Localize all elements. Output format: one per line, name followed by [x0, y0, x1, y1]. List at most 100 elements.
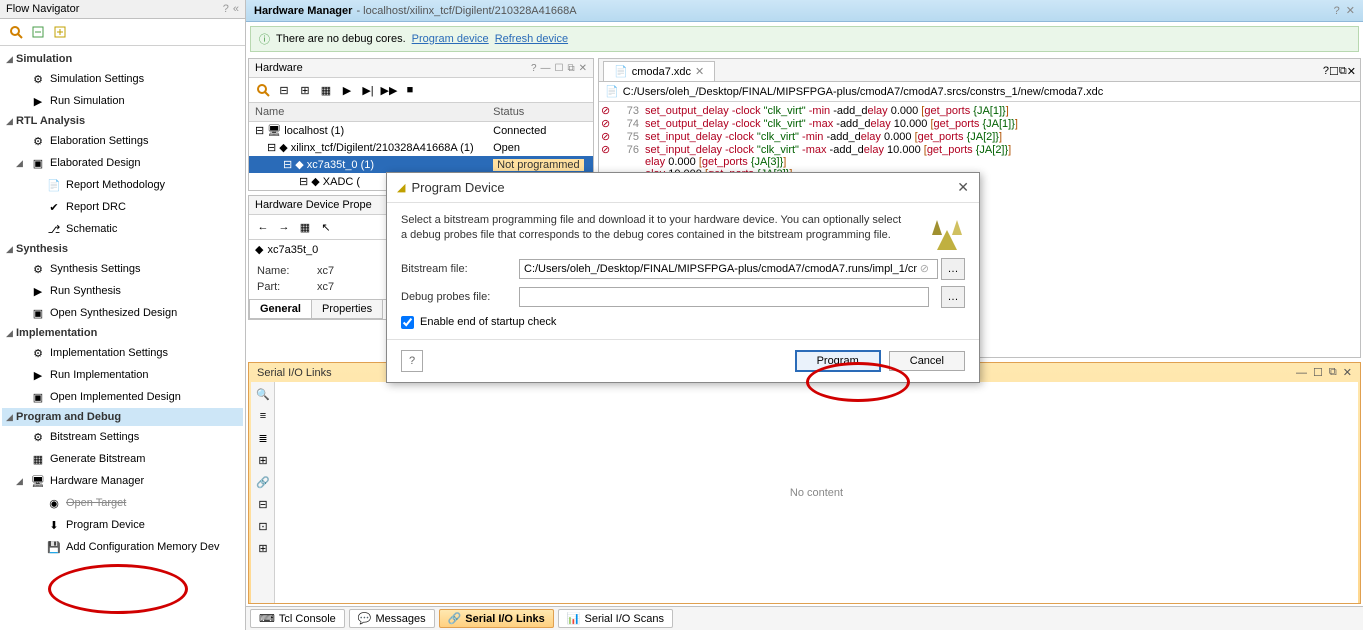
search-icon[interactable]: 🔍 [253, 384, 273, 404]
nav-item[interactable]: ⚙Bitstream Settings [2, 426, 243, 448]
play-icon: ▶ [30, 367, 46, 383]
tool-icon[interactable]: ⊞ [253, 450, 273, 470]
search-icon[interactable] [6, 22, 26, 42]
bottom-tab-tcl-console[interactable]: ⌨Tcl Console [250, 609, 345, 628]
nav-group-program-and-debug[interactable]: ◢Program and Debug [2, 408, 243, 426]
expand-all-icon[interactable] [50, 22, 70, 42]
close-icon[interactable]: ✕ [1347, 65, 1356, 78]
stop-icon[interactable]: ■ [400, 80, 420, 100]
help-icon[interactable]: ? [1334, 5, 1340, 17]
bitstream-label: Bitstream file: [401, 263, 511, 275]
program-device-link[interactable]: Program device [412, 33, 489, 45]
nav-item[interactable]: ⚙Implementation Settings [2, 342, 243, 364]
close-icon[interactable]: ✕ [579, 63, 587, 74]
maximize-icon[interactable]: ☐ [1313, 366, 1323, 379]
nav-item[interactable]: ⚙Synthesis Settings [2, 258, 243, 280]
maximize-icon[interactable]: ☐ [555, 63, 564, 74]
nav-group-implementation[interactable]: ◢Implementation [2, 324, 243, 342]
step-icon[interactable]: ▶| [358, 80, 378, 100]
nav-item[interactable]: ▶Run Synthesis [2, 280, 243, 302]
editor-tab[interactable]: 📄 cmoda7.xdc ✕ [603, 61, 715, 81]
tab-label: cmoda7.xdc [632, 66, 691, 78]
pointer-icon[interactable]: ↖ [316, 217, 336, 237]
nav-group-simulation[interactable]: ◢Simulation [2, 50, 243, 68]
play-icon[interactable]: ▶ [337, 80, 357, 100]
search-icon[interactable] [253, 80, 273, 100]
prop-tab[interactable]: General [249, 300, 312, 319]
fwd-icon[interactable]: → [274, 217, 294, 237]
nav-item[interactable]: ◢▣Elaborated Design [2, 152, 243, 174]
nav-item[interactable]: ▦Generate Bitstream [2, 448, 243, 470]
minimize-icon[interactable]: — [541, 63, 551, 74]
browse-button[interactable]: … [941, 258, 965, 280]
program-button[interactable]: Program [795, 350, 881, 372]
bottom-tab-serial-i-o-scans[interactable]: 📊Serial I/O Scans [558, 609, 673, 628]
nav-item[interactable]: ▣Open Synthesized Design [2, 302, 243, 324]
maximize-icon[interactable]: ☐ [1329, 65, 1339, 78]
program-device-dialog: ◢ Program Device ✕ Select a bitstream pr… [386, 172, 980, 383]
nav-item[interactable]: ⚙Simulation Settings [2, 68, 243, 90]
restore-icon[interactable]: ⧉ [1329, 366, 1337, 379]
tool-icon[interactable]: ⊞ [253, 538, 273, 558]
link-icon[interactable]: 🔗 [253, 472, 273, 492]
nav-group-rtl-analysis[interactable]: ◢RTL Analysis [2, 112, 243, 130]
startup-check[interactable] [401, 316, 414, 329]
chip-icon[interactable]: ▦ [295, 217, 315, 237]
prop-tab[interactable]: Properties [311, 300, 383, 319]
nav-item[interactable]: ⎇Schematic [2, 218, 243, 240]
collapse-icon[interactable]: ⊟ [274, 80, 294, 100]
tool-icon[interactable]: ≣ [253, 428, 273, 448]
device-name: xc7a35t_0 [267, 244, 318, 256]
hardware-row[interactable]: ⊟ ◆ xilinx_tcf/Digilent/210328A41668A (1… [249, 139, 593, 156]
fast-icon[interactable]: ▶▶ [379, 80, 399, 100]
close-icon[interactable]: ✕ [1346, 4, 1355, 17]
serial-toolbar: 🔍 ≡ ≣ ⊞ 🔗 ⊟ ⊡ ⊞ [251, 382, 275, 603]
doc-icon: 📄 [46, 177, 62, 193]
clear-icon[interactable]: ⊘ [920, 262, 929, 275]
close-tab-icon[interactable]: ✕ [695, 65, 704, 78]
nav-item[interactable]: 💾Add Configuration Memory Dev [2, 536, 243, 558]
filter-icon[interactable]: ▦ [316, 80, 336, 100]
column-header[interactable]: Status [487, 103, 593, 122]
browse-button[interactable]: … [941, 286, 965, 308]
back-icon[interactable]: ← [253, 217, 273, 237]
cancel-button[interactable]: Cancel [889, 351, 965, 371]
nav-item[interactable]: ▶Run Implementation [2, 364, 243, 386]
nav-item[interactable]: ◢🖥Hardware Manager [2, 470, 243, 492]
tool-icon[interactable]: ⊟ [253, 494, 273, 514]
restore-icon[interactable]: ⧉ [567, 63, 574, 74]
nav-group-synthesis[interactable]: ◢Synthesis [2, 240, 243, 258]
minimize-icon[interactable]: — [1296, 367, 1307, 379]
dialog-title: Program Device [411, 180, 957, 195]
tool-icon[interactable]: ⊡ [253, 516, 273, 536]
help-icon[interactable]: ? [531, 63, 537, 74]
column-header[interactable]: Name [249, 103, 487, 122]
hardware-panel-title: Hardware [255, 62, 527, 74]
nav-item[interactable]: ◉Open Target [2, 492, 243, 514]
nav-item[interactable]: 📄Report Methodology [2, 174, 243, 196]
refresh-device-link[interactable]: Refresh device [495, 33, 568, 45]
hardware-row[interactable]: ⊟ 🖥 localhost (1)Connected [249, 122, 593, 140]
nav-item[interactable]: ▶Run Simulation [2, 90, 243, 112]
code-line: ⊘75set_input_delay -clock "clk_virt" -mi… [601, 130, 1358, 143]
nav-item[interactable]: ✔Report DRC [2, 196, 243, 218]
nav-item[interactable]: ⬇Program Device [2, 514, 243, 536]
collapse-icon[interactable]: « [233, 3, 239, 15]
tool-icon[interactable]: ≡ [253, 406, 273, 426]
help-button[interactable]: ? [401, 350, 423, 372]
probes-input[interactable] [519, 287, 929, 307]
hardware-row[interactable]: ⊟ ◆ xc7a35t_0 (1)Not programmed [249, 156, 593, 173]
bitstream-input[interactable] [519, 259, 938, 279]
restore-icon[interactable]: ⧉ [1339, 65, 1347, 78]
bottom-tab-messages[interactable]: 💬Messages [349, 609, 435, 628]
bottom-tab-serial-i-o-links[interactable]: 🔗Serial I/O Links [439, 609, 554, 628]
serial-io-panel: Serial I/O Links — ☐ ⧉ ✕ 🔍 ≡ ≣ ⊞ 🔗 ⊟ ⊡ ⊞… [248, 362, 1361, 604]
help-icon[interactable]: ? [223, 3, 229, 15]
collapse-all-icon[interactable] [28, 22, 48, 42]
flow-nav-title: Flow Navigator [6, 3, 223, 15]
nav-item[interactable]: ▣Open Implemented Design [2, 386, 243, 408]
nav-item[interactable]: ⚙Elaboration Settings [2, 130, 243, 152]
expand-icon[interactable]: ⊞ [295, 80, 315, 100]
close-icon[interactable]: ✕ [1343, 366, 1352, 379]
close-icon[interactable]: ✕ [957, 179, 969, 196]
